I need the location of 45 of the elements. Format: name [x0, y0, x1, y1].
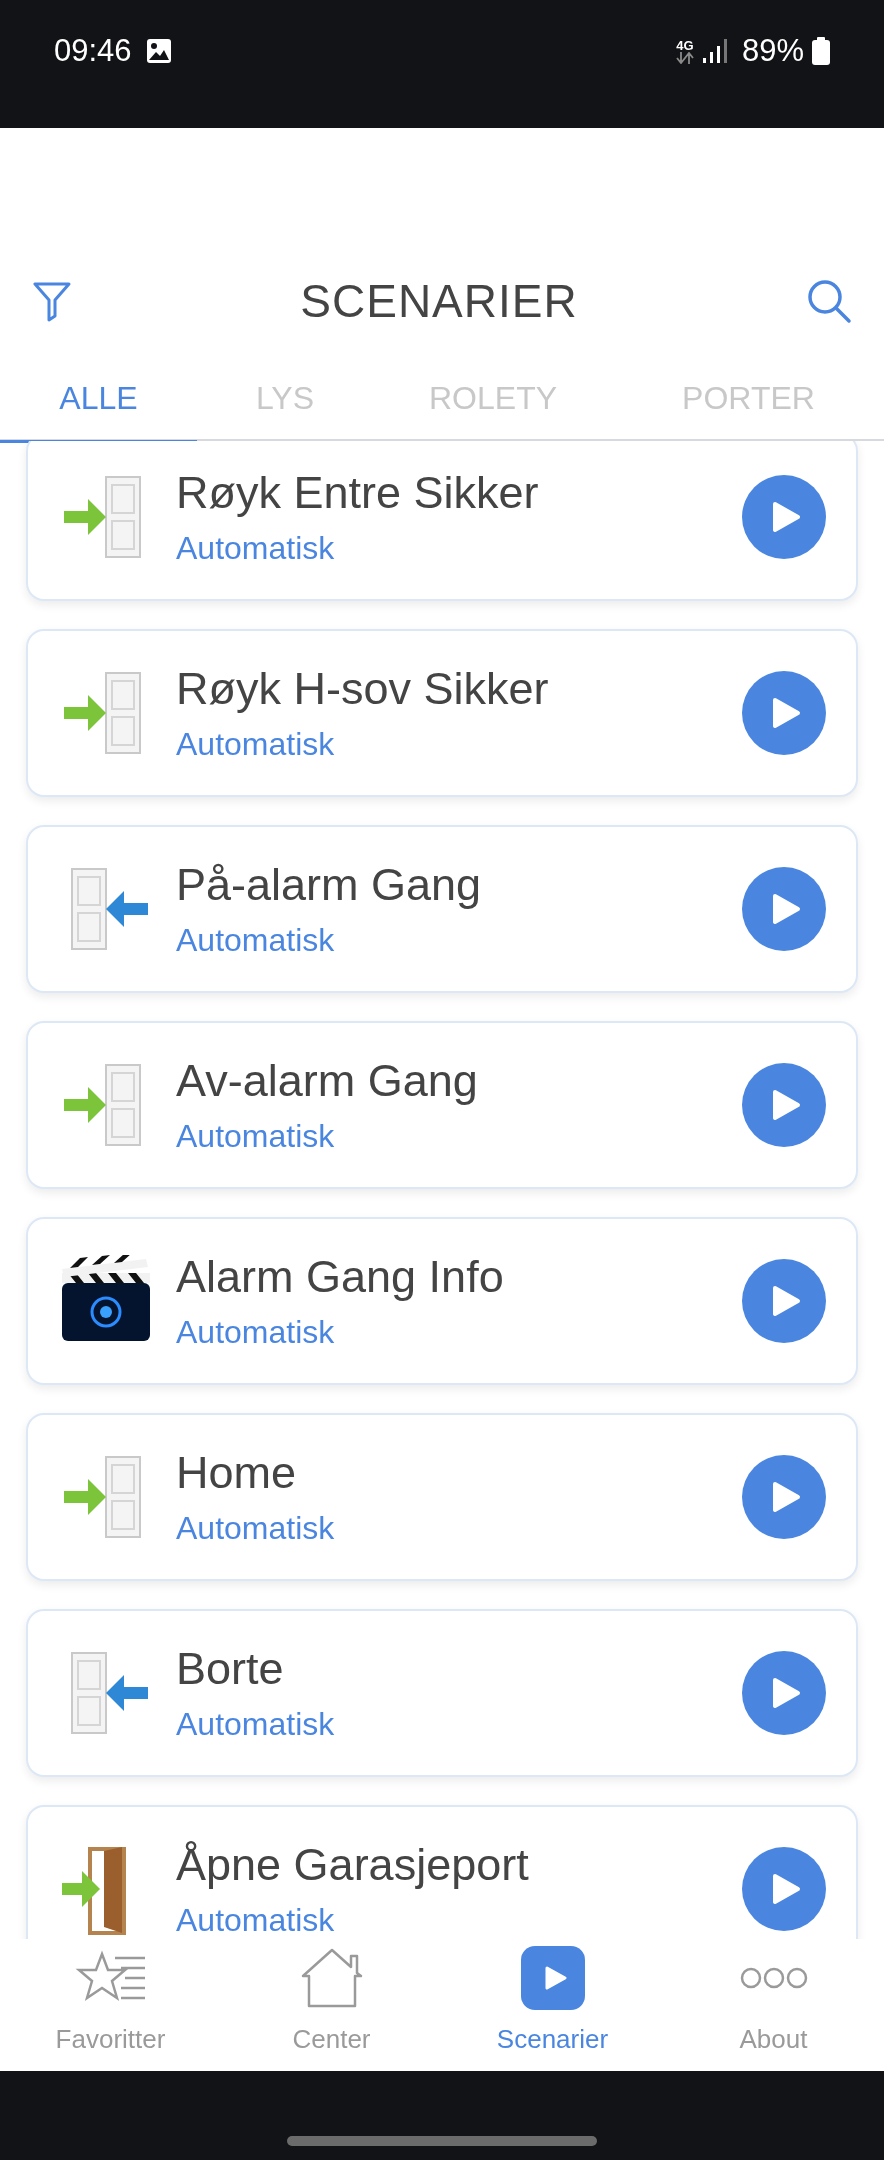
scene-name: Røyk H-sov Sikker	[176, 663, 550, 715]
scene-mode: Automatisk	[176, 1509, 336, 1547]
filter-icon	[32, 280, 72, 322]
scene-card[interactable]: Borte Automatisk	[26, 1609, 858, 1777]
scene-name: Alarm Gang Info	[176, 1251, 505, 1303]
scene-mode: Automatisk	[176, 1117, 336, 1155]
play-icon	[771, 1677, 801, 1709]
scene-name: På-alarm Gang	[176, 859, 483, 911]
scene-name: Røyk Entre Sikker	[176, 467, 540, 519]
scene-mode: Automatisk	[176, 1313, 336, 1351]
network-type: 4G	[676, 38, 694, 52]
play-icon	[771, 501, 801, 533]
play-icon	[771, 1285, 801, 1317]
nav-tab[interactable]: Scenarier	[442, 1939, 663, 2071]
play-icon	[771, 893, 801, 925]
scene-mode: Automatisk	[176, 1901, 336, 1939]
scene-card[interactable]: Røyk H-sov Sikker Automatisk	[26, 629, 858, 797]
scene-mode: Automatisk	[176, 1705, 336, 1743]
battery-percent: 89%	[741, 32, 804, 70]
scene-card[interactable]: Røyk Entre Sikker Automatisk	[26, 441, 858, 601]
scene-card[interactable]: Av-alarm Gang Automatisk	[26, 1021, 858, 1189]
battery-icon	[812, 37, 830, 66]
scene-mode: Automatisk	[176, 921, 336, 959]
status-time: 09:46	[54, 32, 132, 70]
scene-card[interactable]: Åpne Garasjeport Automatisk	[26, 1805, 858, 1939]
page-title: SCENARIER	[300, 273, 578, 329]
scene-mode: Automatisk	[176, 529, 336, 567]
play-icon	[771, 1873, 801, 1905]
scene-card[interactable]: På-alarm Gang Automatisk	[26, 825, 858, 993]
play-icon	[520, 1946, 585, 2010]
play-icon	[771, 1089, 801, 1121]
play-icon	[771, 1481, 801, 1513]
scene-name: Home	[176, 1447, 298, 1499]
scene-card[interactable]: Home Automatisk	[26, 1413, 858, 1581]
scene-name: Åpne Garasjeport	[176, 1839, 530, 1891]
scene-card[interactable]: Alarm Gang Info Automatisk	[26, 1217, 858, 1385]
scene-name: Borte	[176, 1643, 285, 1695]
search-icon	[806, 278, 852, 324]
image-icon	[145, 38, 172, 65]
play-icon	[771, 697, 801, 729]
scene-name: Av-alarm Gang	[176, 1055, 479, 1107]
signal-icon	[701, 38, 728, 65]
data-arrows-icon	[675, 51, 694, 64]
scene-mode: Automatisk	[176, 725, 336, 763]
more-icon	[739, 1966, 808, 1990]
